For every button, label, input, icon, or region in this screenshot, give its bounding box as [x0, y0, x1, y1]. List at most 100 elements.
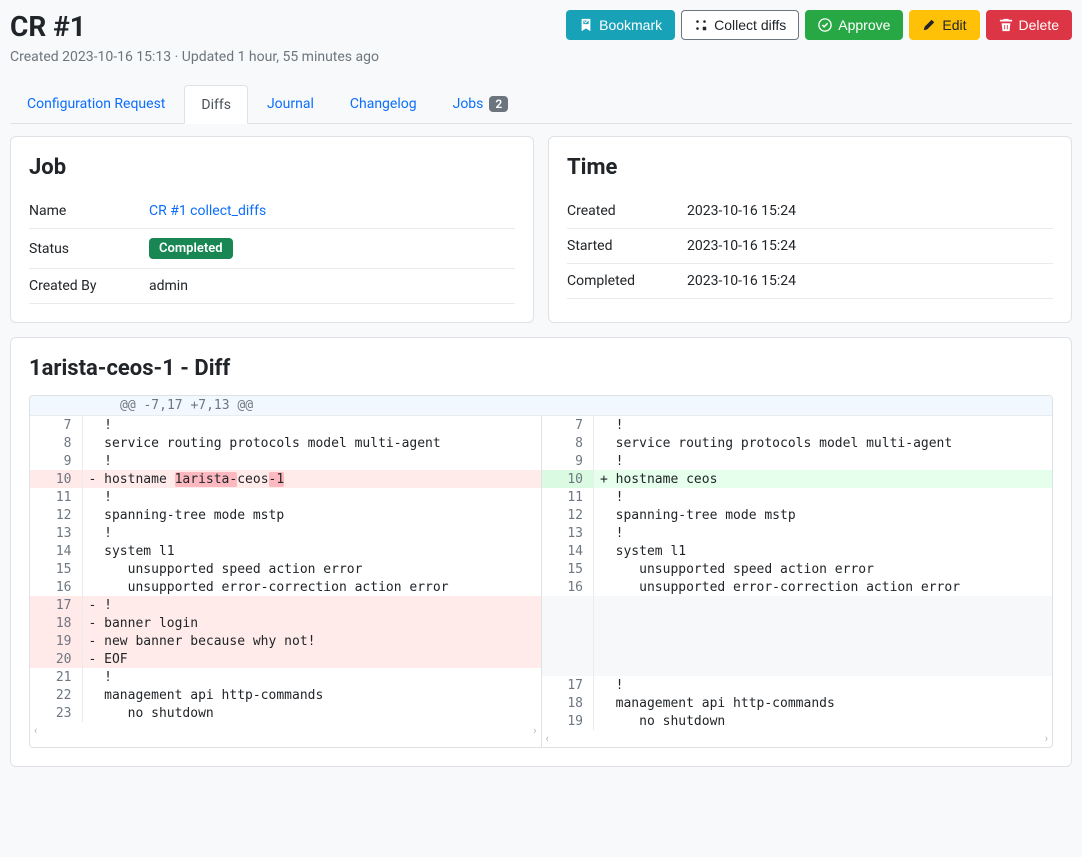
line-number: 19 — [30, 632, 82, 650]
collect-diffs-button[interactable]: Collect diffs — [681, 10, 799, 40]
line-number: 8 — [542, 434, 594, 452]
diff-card: 1arista-ceos-1 - Diff @@ -7,17 +7,13 @@ … — [10, 337, 1072, 767]
diff-line: 18- banner login — [30, 614, 541, 632]
tab-journal[interactable]: Journal — [250, 85, 331, 123]
line-code: ! — [82, 524, 541, 542]
line-code: service routing protocols model multi-ag… — [82, 434, 541, 452]
jobs-count-badge: 2 — [489, 96, 508, 112]
line-code: system l1 — [594, 542, 1053, 560]
diff-line — [542, 636, 1053, 656]
check-circle-icon — [818, 18, 832, 32]
line-code: system l1 — [82, 542, 541, 560]
edit-button[interactable]: Edit — [909, 10, 979, 40]
line-number: 18 — [542, 694, 594, 712]
time-created-row: Created 2023-10-16 15:24 — [567, 194, 1053, 229]
job-name-link[interactable]: CR #1 collect_diffs — [149, 203, 266, 219]
job-status-label: Status — [29, 229, 149, 269]
line-code — [594, 616, 1053, 636]
tab-bar: Configuration Request Diffs Journal Chan… — [10, 85, 1072, 124]
diff-line — [542, 596, 1053, 616]
tab-jobs[interactable]: Jobs 2 — [436, 85, 526, 123]
line-number: 16 — [542, 578, 594, 596]
diff-left-side: 7 ! 8 service routing protocols model mul… — [30, 416, 542, 747]
job-name-label: Name — [29, 194, 149, 229]
line-code: unsupported error-correction action erro… — [82, 578, 541, 596]
line-code: ! — [594, 452, 1053, 470]
line-number: 7 — [542, 416, 594, 434]
diff-line: 15 unsupported speed action error — [542, 560, 1053, 578]
diff-line: 7 ! — [542, 416, 1053, 434]
line-number: 7 — [30, 416, 82, 434]
diff-line: 19- new banner because why not! — [30, 632, 541, 650]
diff-line: 11 ! — [542, 488, 1053, 506]
tab-changelog[interactable]: Changelog — [333, 85, 434, 123]
diff-line: 13 ! — [542, 524, 1053, 542]
line-code: management api http-commands — [594, 694, 1053, 712]
scroll-hint-left[interactable]: ‹› — [30, 722, 541, 739]
line-number — [542, 616, 594, 636]
diff-line: 10- hostname 1arista-ceos-1 — [30, 470, 541, 488]
approve-button[interactable]: Approve — [805, 10, 903, 40]
time-card-title: Time — [567, 155, 1053, 180]
line-number: 16 — [30, 578, 82, 596]
line-code: no shutdown — [82, 704, 541, 722]
diff-line: 14 system l1 — [542, 542, 1053, 560]
page-title: CR #1 — [10, 10, 86, 43]
line-code: - banner login — [82, 614, 541, 632]
job-card-title: Job — [29, 155, 515, 180]
diff-line: 12 spanning-tree mode mstp — [542, 506, 1053, 524]
line-code: management api http-commands — [82, 686, 541, 704]
time-card: Time Created 2023-10-16 15:24 Started 20… — [548, 136, 1072, 323]
job-card: Job Name CR #1 collect_diffs Status Comp… — [10, 136, 534, 323]
time-started-value: 2023-10-16 15:24 — [687, 229, 1053, 264]
line-code: ! — [82, 488, 541, 506]
diff-line — [542, 656, 1053, 676]
line-code: no shutdown — [594, 712, 1053, 730]
bookmark-button[interactable]: Bookmark — [566, 10, 675, 40]
diff-line: 12 spanning-tree mode mstp — [30, 506, 541, 524]
diff-line: 15 unsupported speed action error — [30, 560, 541, 578]
line-code — [594, 636, 1053, 656]
time-completed-value: 2023-10-16 15:24 — [687, 264, 1053, 299]
diff-line: 10+ hostname ceos — [542, 470, 1053, 488]
job-createdby-value: admin — [149, 269, 515, 304]
line-number: 17 — [542, 676, 594, 694]
diff-line: 22 management api http-commands — [30, 686, 541, 704]
diff-hunk-header: @@ -7,17 +7,13 @@ — [30, 396, 1052, 416]
line-number: 17 — [30, 596, 82, 614]
line-number: 19 — [542, 712, 594, 730]
diff-line: 14 system l1 — [30, 542, 541, 560]
line-number: 14 — [542, 542, 594, 560]
pencil-icon — [922, 18, 936, 32]
diff-line: 13 ! — [30, 524, 541, 542]
line-number — [542, 636, 594, 656]
line-code: ! — [594, 488, 1053, 506]
job-status-row: Status Completed — [29, 229, 515, 269]
diff-line: 19 no shutdown — [542, 712, 1053, 730]
scroll-hint-right[interactable]: ‹› — [542, 730, 1053, 747]
time-created-label: Created — [567, 194, 687, 229]
diff-line: 21 ! — [30, 668, 541, 686]
job-createdby-label: Created By — [29, 269, 149, 304]
line-code: - ! — [82, 596, 541, 614]
status-badge: Completed — [149, 238, 233, 259]
tab-config-request[interactable]: Configuration Request — [10, 85, 182, 123]
line-code: - hostname 1arista-ceos-1 — [82, 470, 541, 488]
page-subtitle: Created 2023-10-16 15:13 · Updated 1 hou… — [10, 49, 1072, 65]
line-number: 15 — [30, 560, 82, 578]
line-code: service routing protocols model multi-ag… — [594, 434, 1053, 452]
diff-line: 8 service routing protocols model multi-… — [30, 434, 541, 452]
delete-button[interactable]: Delete — [986, 10, 1072, 40]
job-name-row: Name CR #1 collect_diffs — [29, 194, 515, 229]
line-number: 12 — [542, 506, 594, 524]
diff-title: 1arista-ceos-1 - Diff — [29, 356, 1053, 381]
diff-container: @@ -7,17 +7,13 @@ 7 !8 service routing p… — [29, 395, 1053, 748]
line-number — [542, 656, 594, 676]
tab-diffs[interactable]: Diffs — [184, 85, 248, 124]
line-number — [542, 596, 594, 616]
diff-line: 9 ! — [30, 452, 541, 470]
line-code: spanning-tree mode mstp — [82, 506, 541, 524]
line-number: 15 — [542, 560, 594, 578]
diff-line: 9 ! — [542, 452, 1053, 470]
trash-icon — [999, 18, 1013, 32]
